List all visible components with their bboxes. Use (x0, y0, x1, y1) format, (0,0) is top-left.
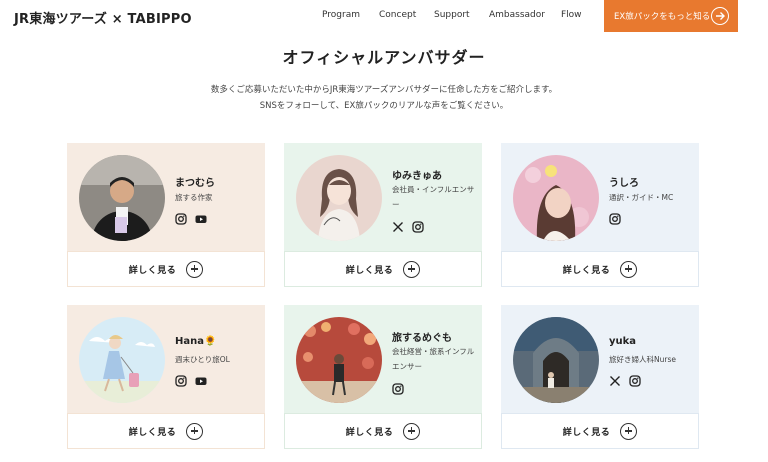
youtube-icon[interactable] (195, 375, 207, 387)
ambassador-card: うしろ 通訳・ガイド・MC 詳しく見る (501, 143, 699, 287)
ambassador-card: まつむら 旅する作家 詳しく見る (67, 143, 265, 287)
intro-text-line2: SNSをフォローして、EX旅パックのリアルな声をご覧ください。 (259, 101, 509, 111)
ambassador-name: Hana🌻 (175, 336, 217, 347)
nav-flow[interactable]: Flow (561, 10, 582, 20)
nav-concept[interactable]: Concept (379, 10, 416, 20)
avatar (513, 317, 599, 403)
ambassador-card: ゆみきゅあ 会社員・インフルエンサー 詳しく見る (284, 143, 482, 287)
plus-circle-icon (620, 260, 638, 278)
card-body: yuka 旅好き婦人科Nurse (501, 305, 699, 413)
detail-button[interactable]: 詳しく見る (501, 251, 699, 287)
site-header: JR東海ツアーズ × TABIPPO Program Concept Suppo… (0, 0, 768, 32)
ex-pack-cta-button[interactable]: EX旅パックをもっと知る (604, 0, 738, 32)
card-body: 旅するめぐも 会社経営・旅系インフルエンサー (284, 305, 482, 413)
instagram-icon[interactable] (175, 375, 187, 387)
ambassador-name: まつむら (175, 178, 215, 189)
instagram-icon[interactable] (175, 213, 187, 225)
avatar (513, 155, 599, 241)
ambassador-card: 旅するめぐも 会社経営・旅系インフルエンサー 詳しく見る (284, 305, 482, 449)
cta-label: EX旅パックをもっと知る (614, 12, 711, 22)
youtube-icon[interactable] (195, 213, 207, 225)
instagram-icon[interactable] (392, 383, 404, 395)
card-body: ゆみきゅあ 会社員・インフルエンサー (284, 143, 482, 251)
ambassador-card: Hana🌻 週末ひとり旅OL 詳しく見る (67, 305, 265, 449)
site-logo[interactable]: JR東海ツアーズ × TABIPPO (14, 8, 192, 27)
avatar (296, 317, 382, 403)
plus-circle-icon (186, 260, 204, 278)
social-links (609, 213, 621, 225)
card-body: Hana🌻 週末ひとり旅OL (67, 305, 265, 413)
detail-button[interactable]: 詳しく見る (67, 413, 265, 449)
detail-button[interactable]: 詳しく見る (284, 251, 482, 287)
social-links (609, 375, 641, 387)
detail-label: 詳しく見る (562, 265, 611, 276)
instagram-icon[interactable] (609, 213, 621, 225)
instagram-icon[interactable] (412, 221, 424, 233)
detail-label: 詳しく見る (345, 265, 394, 276)
ambassador-name: 旅するめぐも (392, 333, 452, 344)
nav-support[interactable]: Support (434, 10, 470, 20)
ambassador-role: 会社員・インフルエンサー (392, 185, 475, 209)
avatar (79, 317, 165, 403)
intro-text-line1: 数多くご応募いただいた中からJR東海ツアーズアンバサダーに任命した方をご紹介しま… (210, 85, 558, 95)
arrow-right-icon (711, 7, 729, 25)
card-body: うしろ 通訳・ガイド・MC (501, 143, 699, 251)
social-links (175, 375, 207, 387)
plus-circle-icon (403, 422, 421, 440)
avatar (296, 155, 382, 241)
detail-label: 詳しく見る (345, 427, 394, 438)
social-links (175, 213, 207, 225)
plus-circle-icon (186, 422, 204, 440)
plus-circle-icon (403, 260, 421, 278)
detail-label: 詳しく見る (562, 427, 611, 438)
nav-ambassador[interactable]: Ambassador (489, 10, 545, 20)
ambassador-role: 週末ひとり旅OL (175, 355, 230, 364)
detail-button[interactable]: 詳しく見る (284, 413, 482, 449)
ambassador-role: 旅好き婦人科Nurse (609, 355, 676, 364)
ambassador-role: 会社経営・旅系インフルエンサー (392, 347, 475, 371)
detail-button[interactable]: 詳しく見る (501, 413, 699, 449)
plus-circle-icon (620, 422, 638, 440)
detail-label: 詳しく見る (128, 265, 177, 276)
nav-program[interactable]: Program (322, 10, 360, 20)
ambassador-role: 旅する作家 (175, 193, 213, 202)
section-title: オフィシャルアンバサダー (282, 48, 486, 67)
avatar (79, 155, 165, 241)
ambassador-role: 通訳・ガイド・MC (609, 193, 674, 202)
social-links (392, 383, 404, 395)
x-icon[interactable] (392, 221, 404, 233)
ambassador-name: yuka (609, 336, 637, 347)
x-icon[interactable] (609, 375, 621, 387)
ambassador-name: ゆみきゅあ (392, 171, 442, 182)
social-links (392, 221, 424, 233)
ambassador-card: yuka 旅好き婦人科Nurse 詳しく見る (501, 305, 699, 449)
card-body: まつむら 旅する作家 (67, 143, 265, 251)
ambassador-name: うしろ (609, 178, 639, 189)
instagram-icon[interactable] (629, 375, 641, 387)
detail-label: 詳しく見る (128, 427, 177, 438)
detail-button[interactable]: 詳しく見る (67, 251, 265, 287)
